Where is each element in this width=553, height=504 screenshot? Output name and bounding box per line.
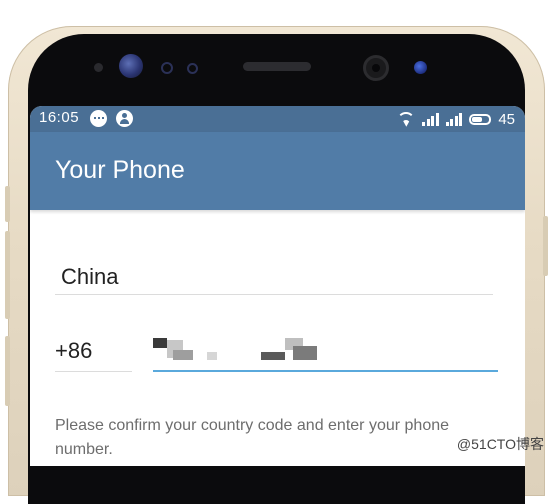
- phone-number-underline: [153, 370, 498, 372]
- battery-level: 45: [498, 110, 515, 128]
- country-field[interactable]: China: [61, 264, 118, 290]
- wifi-icon: [397, 111, 416, 127]
- country-code-underline: [55, 371, 132, 372]
- country-code-field[interactable]: +86: [55, 338, 92, 364]
- phone-screen: 16:05 45 Your Phone China +86 Please con: [30, 106, 525, 466]
- sensor-icon: [161, 62, 173, 74]
- redacted-pixel-block: [153, 338, 167, 348]
- sensor-icon: [187, 63, 198, 74]
- help-text: Please confirm your country code and ent…: [55, 417, 450, 458]
- page-title: Your Phone: [55, 156, 185, 184]
- redacted-pixel-block: [173, 350, 193, 360]
- side-button: [5, 186, 10, 222]
- side-button: [5, 231, 10, 319]
- chat-bubble-icon: [90, 110, 107, 127]
- side-button: [543, 216, 548, 276]
- iris-scanner-icon: [119, 54, 143, 78]
- side-button: [5, 336, 10, 406]
- proximity-sensor-icon: [94, 63, 103, 72]
- status-icons: 45: [397, 109, 515, 129]
- signal-icon: [445, 112, 463, 126]
- phone-number-field[interactable]: [153, 332, 498, 372]
- redacted-pixel-block: [293, 346, 317, 360]
- battery-icon: [469, 113, 492, 125]
- country-field-underline: [55, 294, 493, 295]
- user-icon: [116, 110, 133, 127]
- light-sensor-icon: [414, 61, 427, 74]
- earpiece-speaker: [243, 62, 311, 71]
- redacted-pixel-block: [207, 352, 217, 360]
- watermark: @51CTO博客: [456, 436, 544, 452]
- app-bar: Your Phone: [30, 132, 525, 210]
- front-camera-icon: [363, 55, 389, 81]
- redacted-pixel-block: [261, 352, 285, 360]
- status-time: 16:05: [39, 109, 80, 126]
- signal-icon: [422, 112, 439, 126]
- status-bar: 16:05 45: [30, 106, 525, 132]
